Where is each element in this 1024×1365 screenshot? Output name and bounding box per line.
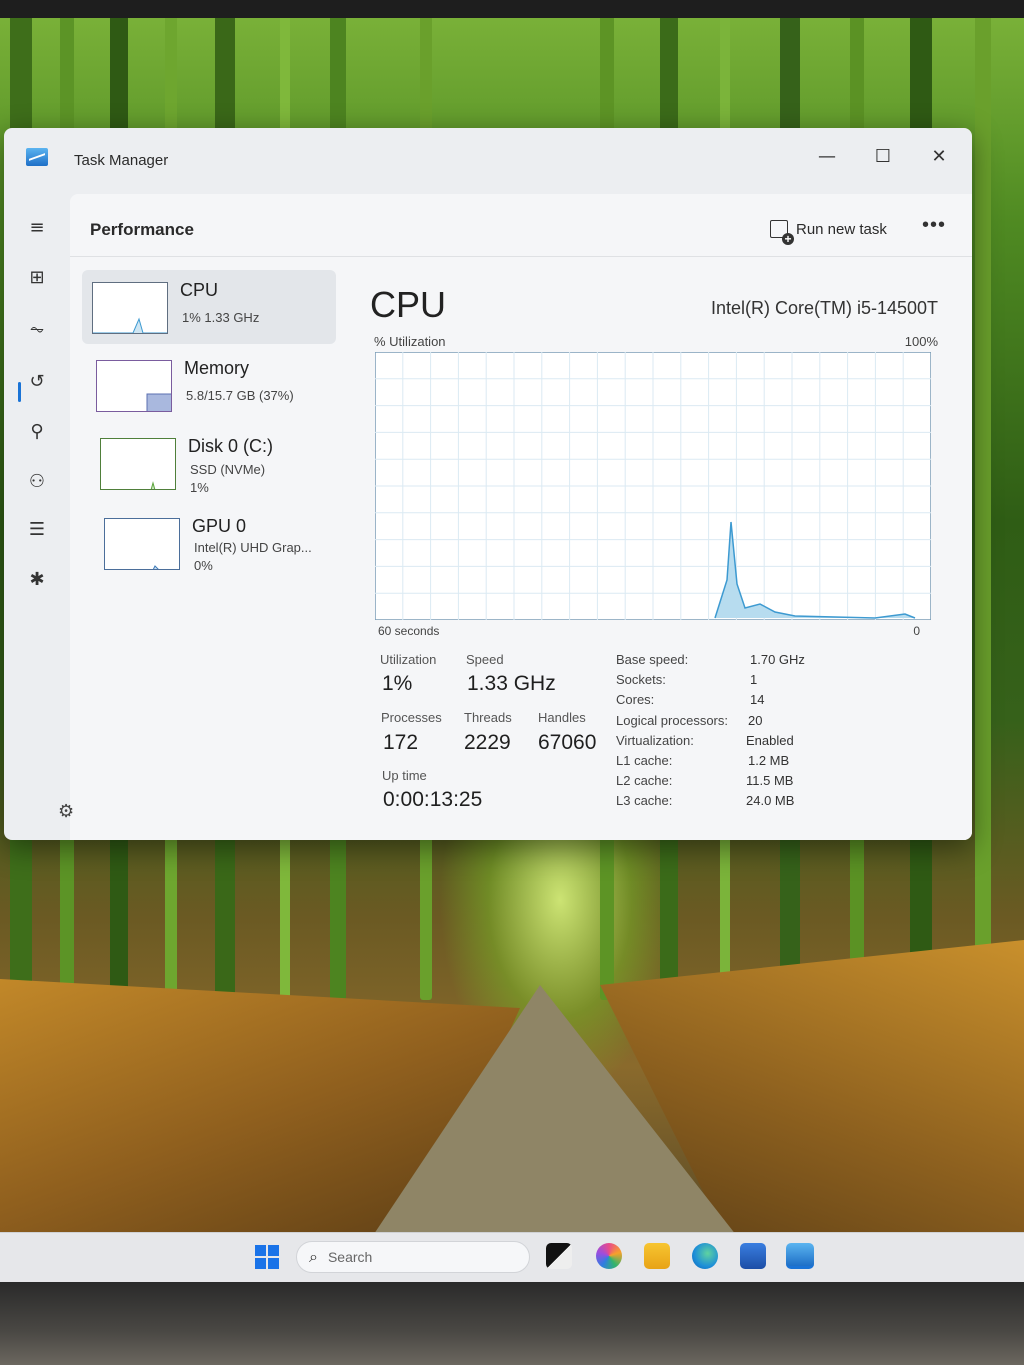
- spec-label: Virtualization:: [616, 733, 694, 748]
- users-icon[interactable]: ⚇: [24, 468, 50, 494]
- uptime-stat-value: 0:00:13:25: [383, 788, 483, 811]
- task-manager-taskbar-icon[interactable]: [786, 1243, 814, 1269]
- spec-value: 1.70 GHz: [750, 652, 805, 667]
- file-explorer-icon[interactable]: [644, 1243, 670, 1269]
- spec-label: L1 cache:: [616, 753, 673, 768]
- processes-stat-label: Processes: [381, 710, 442, 725]
- spec-value: 11.5 MB: [746, 773, 794, 788]
- task-manager-window[interactable]: Task Manager — ☐ ✕ ≡ ⊞ ⏦ ↺ ⚲ ⚇ ☰ ✱ Perfo…: [4, 128, 972, 840]
- device-usage: 1%: [190, 480, 209, 495]
- device-name: CPU: [180, 280, 219, 300]
- more-options-button[interactable]: •••: [922, 214, 946, 237]
- taskbar: ⌕ Search: [0, 1232, 1024, 1282]
- utilization-stat-value: 1%: [382, 672, 413, 695]
- utilization-max-label: 100%: [904, 334, 938, 349]
- hamburger-menu-icon[interactable]: ≡: [24, 214, 50, 240]
- cpu-model: Intel(R) Core(TM) i5-14500T: [710, 298, 938, 318]
- sidebar: ≡ ⊞ ⏦ ↺ ⚲ ⚇ ☰ ✱: [4, 192, 70, 840]
- microsoft-store-icon[interactable]: [740, 1243, 766, 1269]
- device-detail: 1% 1.33 GHz: [182, 310, 260, 325]
- handles-stat-label: Handles: [538, 710, 586, 725]
- spec-value: 20: [748, 713, 763, 728]
- task-manager-icon: [26, 148, 48, 166]
- services-icon[interactable]: ✱: [24, 566, 50, 592]
- device-usage: 0%: [194, 558, 213, 573]
- spec-label: Logical processors:: [616, 713, 728, 728]
- cpu-mini-graph: [92, 282, 168, 334]
- close-button[interactable]: ✕: [916, 138, 962, 174]
- device-item-gpu[interactable]: GPU 0 Intel(R) UHD Grap... 0%: [82, 506, 336, 580]
- desk-below-monitor: [0, 1282, 1024, 1365]
- handles-stat-value: 67060: [538, 731, 597, 754]
- active-nav-indicator: [18, 382, 21, 402]
- speed-stat-value: 1.33 GHz: [467, 672, 556, 695]
- device-item-disk[interactable]: Disk 0 (C:) SSD (NVMe) 1%: [82, 426, 336, 500]
- spec-label: Cores:: [616, 692, 655, 707]
- minimize-button[interactable]: —: [804, 138, 850, 174]
- spec-value: 1.2 MB: [748, 753, 790, 768]
- run-new-task-label: Run new task: [796, 220, 887, 238]
- maximize-button[interactable]: ☐: [860, 138, 906, 174]
- memory-mini-graph: [96, 360, 172, 412]
- app-history-icon[interactable]: ↺: [24, 368, 50, 394]
- details-icon[interactable]: ☰: [24, 516, 50, 542]
- window-title: Task Manager: [74, 152, 169, 169]
- taskbar-search[interactable]: ⌕ Search: [296, 1241, 530, 1273]
- monitor-bezel: [0, 0, 1024, 18]
- page-title: Performance: [90, 220, 194, 239]
- disk-mini-graph: [100, 438, 176, 490]
- threads-stat-value: 2229: [464, 731, 511, 754]
- startup-apps-icon[interactable]: ⚲: [24, 418, 50, 444]
- speed-stat-label: Speed: [466, 652, 504, 667]
- processes-icon[interactable]: ⊞: [24, 264, 50, 290]
- title-bar[interactable]: Task Manager — ☐ ✕: [4, 128, 972, 192]
- device-detail: 5.8/15.7 GB (37%): [186, 388, 294, 403]
- device-item-cpu[interactable]: CPU 1% 1.33 GHz: [82, 270, 336, 344]
- device-name: Disk 0 (C:): [188, 436, 273, 456]
- utilization-axis-label: % Utilization: [374, 334, 446, 349]
- run-task-icon: [770, 220, 794, 245]
- spec-label: L2 cache:: [616, 773, 673, 788]
- edge-browser-icon[interactable]: [692, 1243, 718, 1269]
- gpu-mini-graph: [104, 518, 180, 570]
- walkway: [370, 985, 740, 1240]
- processes-stat-value: 172: [383, 731, 419, 754]
- task-view-icon[interactable]: [546, 1243, 572, 1269]
- time-axis-label: 60 seconds: [378, 624, 440, 638]
- performance-icon[interactable]: ⏦: [24, 316, 50, 342]
- spec-value: 24.0 MB: [746, 793, 795, 808]
- start-button[interactable]: [255, 1245, 279, 1269]
- copilot-icon[interactable]: [596, 1243, 622, 1269]
- spec-value: 14: [750, 692, 765, 707]
- performance-content: Performance Run new task ••• CPU 1% 1.33…: [70, 194, 972, 840]
- spec-value: Enabled: [746, 733, 794, 748]
- threads-stat-label: Threads: [464, 710, 512, 725]
- utilization-stat-label: Utilization: [380, 652, 437, 667]
- device-detail: Intel(R) UHD Grap...: [194, 540, 312, 555]
- spec-label: Sockets:: [616, 672, 666, 687]
- spec-label: L3 cache:: [616, 793, 673, 808]
- search-placeholder: Search: [327, 1249, 373, 1265]
- search-icon: ⌕: [309, 1247, 318, 1266]
- spec-label: Base speed:: [616, 652, 689, 667]
- run-new-task-button[interactable]: Run new task: [770, 214, 887, 245]
- device-name: GPU 0: [192, 516, 247, 536]
- device-item-memory[interactable]: Memory 5.8/15.7 GB (37%): [82, 348, 336, 422]
- cpu-heading: CPU: [370, 284, 447, 325]
- spec-value: 1: [750, 672, 758, 687]
- uptime-stat-label: Up time: [382, 768, 427, 783]
- settings-gear-icon[interactable]: ⚙: [58, 801, 74, 822]
- header-divider: [70, 256, 972, 257]
- utilization-min-label: 0: [913, 624, 920, 638]
- device-name: Memory: [184, 358, 250, 378]
- device-detail: SSD (NVMe): [190, 462, 266, 477]
- cpu-utilization-graph: [375, 352, 931, 620]
